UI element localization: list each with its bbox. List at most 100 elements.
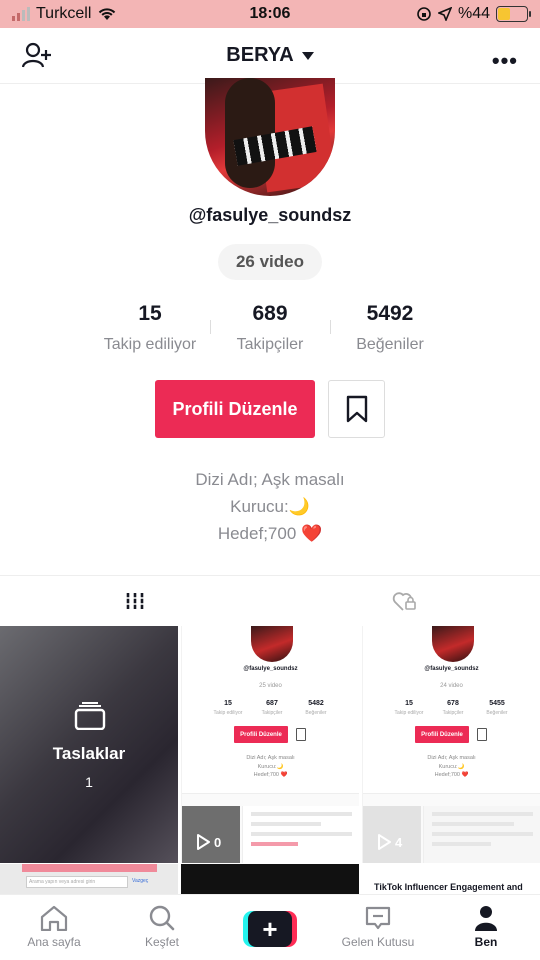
play-icon [378, 834, 391, 850]
video-thumbnail[interactable]: TikTok Influencer Engagement and Earning… [362, 864, 540, 894]
battery-percent: %44 [457, 5, 490, 22]
nav-label: Ben [474, 935, 498, 949]
thumb-stats: 15 Takip ediliyor 678 Takipçiler 5455 Beğen… [387, 700, 519, 716]
play-count: 4 [377, 834, 402, 850]
video-count-badge: 26 video [218, 244, 322, 280]
orientation-lock-icon [417, 7, 431, 21]
location-icon [437, 7, 452, 21]
stat-number: 689 [252, 302, 288, 325]
thumb-stat-label: Takipçiler [261, 710, 283, 716]
nav-inbox[interactable]: Gelen Kutusu [324, 895, 432, 960]
play-icon [197, 834, 210, 850]
thumb-video-count: 24 video [440, 683, 463, 689]
play-count-value: 0 [214, 834, 222, 850]
thumb-bookmark-icon [477, 728, 487, 741]
tab-liked[interactable] [270, 576, 540, 626]
profile-icon [475, 906, 497, 931]
wifi-icon [99, 8, 116, 20]
bio: Dizi Adı; Aşk masalı Kurucu:🌙 Hedef;700 … [0, 466, 540, 547]
profile-header: BERYA ••• [0, 28, 540, 84]
video-grid: Taslaklar 1 @fasulye_soundsz 25 video 15… [0, 626, 540, 894]
stat-following[interactable]: 15 Takip ediliyor [90, 302, 210, 354]
carrier: Turkcell [36, 5, 92, 22]
more-options-icon[interactable]: ••• [492, 48, 518, 74]
stat-number: 5492 [366, 302, 414, 325]
thumb-bio-line: Hedef;700 ❤️ [253, 772, 288, 778]
thumb-stat-number: 5455 [489, 700, 505, 707]
nav-me[interactable]: Ben [432, 895, 540, 960]
video-thumbnail[interactable]: Arama yapın veya adresi girin Vazgeç [0, 864, 178, 894]
bio-line: Kurucu:🌙 [230, 497, 310, 516]
edit-profile-button[interactable]: Profili Düzenle [155, 380, 315, 438]
thumb-avatar [251, 626, 293, 662]
signal-icon [12, 7, 30, 21]
drafts-label: Taslaklar [52, 744, 126, 763]
thumb-bio-line: Dizi Adı; Aşk masalı [427, 755, 476, 761]
thumb-bio: Dizi Adı; Aşk masalı Kurucu:🌙 Hedef;700 … [182, 754, 359, 780]
home-icon [40, 905, 68, 931]
drafts-count: 1 [85, 774, 93, 790]
thumb-stat-number: 687 [266, 700, 278, 707]
profile-stats: 15 Takip ediliyor 689 Takipçiler 5492 Be… [90, 302, 450, 354]
thumb-handle: @fasulye_soundsz [243, 666, 298, 672]
thumb-handle: @fasulye_soundsz [424, 666, 479, 672]
thumb-video-count: 25 video [259, 683, 282, 689]
thumb-lower-preview [182, 793, 359, 863]
play-count-value: 4 [395, 834, 403, 850]
thumb-edit-button: Profili Düzenle [234, 726, 288, 743]
thumb-bookmark-icon [296, 728, 306, 741]
drafts-tile[interactable]: Taslaklar 1 [0, 626, 178, 863]
stat-label: Beğeniler [356, 336, 424, 353]
nav-discover[interactable]: Keşfet [108, 895, 216, 960]
bio-line: Dizi Adı; Aşk masalı [195, 470, 345, 489]
search-icon [149, 905, 175, 931]
thumb-stat-number: 678 [447, 700, 459, 707]
page-title: BERYA [226, 44, 294, 66]
drafts-icon [74, 702, 106, 730]
account-switcher[interactable]: BERYA [226, 44, 314, 67]
nav-label: Keşfet [144, 935, 180, 949]
avatar[interactable] [205, 78, 335, 196]
video-thumbnail[interactable] [181, 864, 359, 894]
username: @fasulye_soundsz [188, 205, 352, 225]
favorites-button[interactable] [328, 380, 385, 438]
add-user-icon[interactable] [21, 42, 52, 73]
thumb-cancel-link: Vazgeç [132, 878, 149, 884]
battery-icon [496, 6, 531, 22]
thumb-stats: 15 Takip ediliyor 687 Takipçiler 5482 Beğen… [206, 700, 338, 716]
thumb-avatar [432, 626, 474, 662]
caret-down-icon [301, 51, 314, 60]
thumb-search-field: Arama yapın veya adresi girin [26, 876, 128, 888]
nav-label: Ana sayfa [27, 935, 81, 949]
grid-icon [126, 593, 144, 609]
video-thumbnail[interactable]: @fasulye_soundsz 25 video 15 Takip ediliy… [181, 626, 359, 863]
stat-number: 15 [138, 302, 162, 325]
thumb-bio-line: Kurucu:🌙 [257, 763, 284, 770]
nav-label: Gelen Kutusu [341, 935, 415, 949]
nav-home[interactable]: Ana sayfa [0, 895, 108, 960]
plus-icon: + [248, 911, 292, 947]
create-button: + [243, 911, 297, 947]
bio-line: Hedef;700 ❤️ [217, 524, 323, 543]
bookmark-icon [346, 395, 367, 423]
stat-likes[interactable]: 5492 Beğeniler [330, 302, 450, 354]
thumb-stat-label: Takip ediliyor [394, 710, 424, 716]
tab-videos[interactable] [0, 576, 270, 626]
thumb-stat-number: 15 [405, 700, 413, 707]
stat-label: Takip ediliyor [103, 336, 197, 353]
thumb-stat-number: 15 [224, 700, 232, 707]
play-count: 0 [196, 834, 221, 850]
inbox-icon [365, 906, 391, 930]
thumb-edit-button: Profili Düzenle [415, 726, 469, 743]
thumb-stat-label: Beğeniler [305, 710, 327, 716]
nav-create[interactable]: + [216, 895, 324, 960]
thumb-stat-label: Beğeniler [486, 710, 508, 716]
stat-followers[interactable]: 689 Takipçiler [210, 302, 330, 354]
thumb-lower-preview [363, 793, 540, 863]
thumb-bio-line: Kurucu:🌙 [438, 763, 465, 770]
content-tabs [0, 575, 540, 626]
thumb-article-title: TikTok Influencer Engagement and Earning… [374, 882, 523, 894]
thumb-bio-line: Hedef;700 ❤️ [434, 772, 469, 778]
video-thumbnail[interactable]: @fasulye_soundsz 24 video 15 Takip ediliy… [362, 626, 540, 863]
bottom-nav: Ana sayfa Keşfet + Gelen Kutusu Ben [0, 894, 540, 960]
